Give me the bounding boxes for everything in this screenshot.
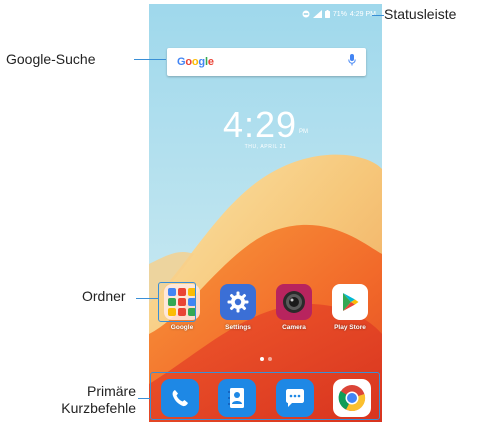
play-store-icon [332, 284, 368, 320]
app-label: Settings [225, 324, 251, 331]
status-bar: 71% 4:29 PM [149, 4, 382, 24]
do-not-disturb-icon [302, 10, 310, 18]
folder-highlight [158, 282, 196, 322]
clock-widget[interactable]: 4:29 PM THU, APRIL 21 [149, 104, 382, 150]
label-kurzbefehle: Kurzbefehle [61, 400, 136, 416]
signal-icon [312, 10, 322, 18]
clock-time: 4:29 [222, 104, 298, 145]
google-logo: Google [177, 56, 214, 68]
status-time: 4:29 PM [349, 10, 376, 18]
app-settings[interactable]: Settings [211, 284, 265, 340]
dock-highlight [150, 372, 380, 420]
mic-icon[interactable] [348, 53, 356, 71]
app-play-store[interactable]: Play Store [323, 284, 377, 340]
gear-icon [220, 284, 256, 320]
clock-ampm: PM [299, 129, 309, 135]
battery-icon [324, 10, 330, 18]
phone-screen: 71% 4:29 PM Google 4:29PM THU, APRIL 21 [149, 4, 382, 422]
label-primaere: Primäre [86, 383, 136, 399]
app-label: Play Store [334, 324, 366, 331]
clock-date: THU, APRIL 21 [244, 144, 287, 150]
label-statusleiste: Statusleiste [384, 6, 457, 22]
leader-kurzbefehle [138, 398, 150, 399]
google-search-bar[interactable]: Google [167, 48, 366, 76]
page-indicator [149, 357, 382, 361]
leader-google-suche [134, 59, 166, 60]
page-dot [267, 357, 272, 361]
label-ordner: Ordner [82, 288, 126, 304]
app-camera[interactable]: Camera [267, 284, 321, 340]
app-label: Google [170, 324, 194, 331]
label-google-suche: Google-Suche [6, 51, 96, 67]
battery-percent: 71% [332, 10, 347, 18]
app-label: Camera [282, 324, 306, 331]
leader-ordner [136, 298, 158, 299]
page-dot [259, 357, 264, 361]
camera-icon [276, 284, 312, 320]
leader-statusleiste [372, 15, 384, 16]
